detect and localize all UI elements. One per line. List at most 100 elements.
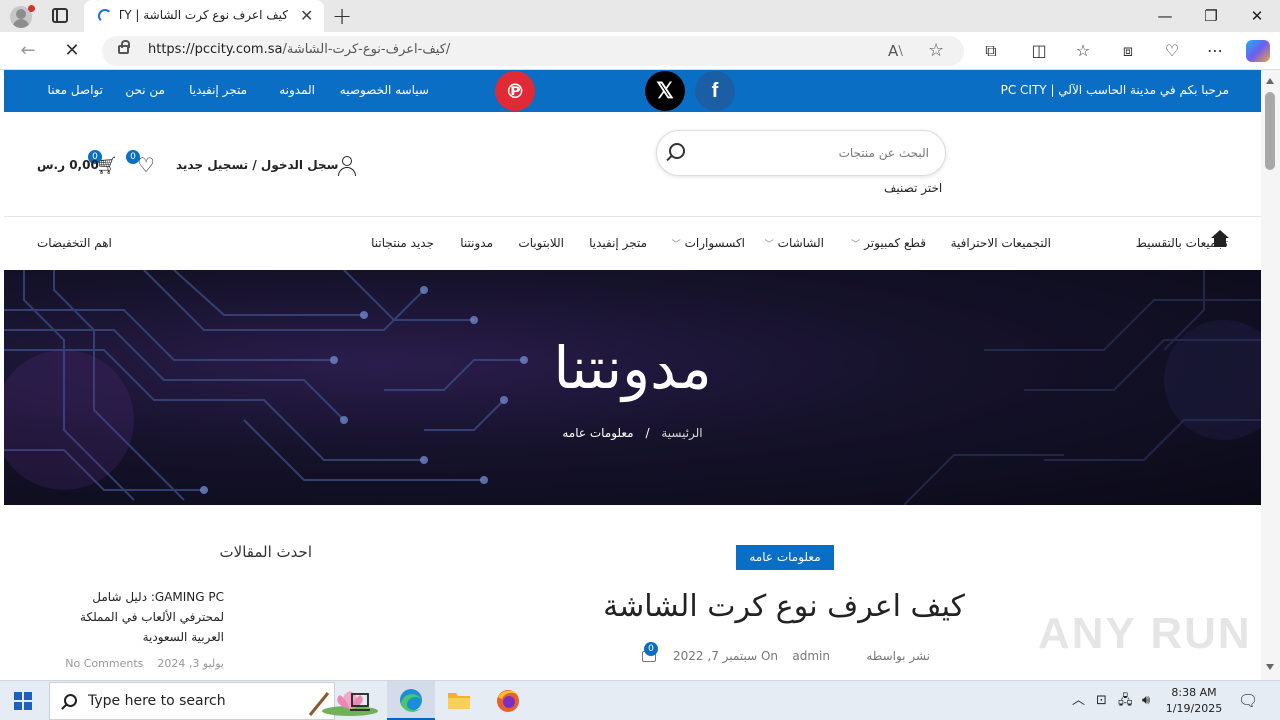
page-scrollbar[interactable] (1261, 70, 1280, 680)
top-bar: مرحبا بكم في مدينة الحاسب الآلي | PC CIT… (4, 70, 1261, 112)
read-aloud-icon[interactable]: A⧵ (888, 41, 903, 61)
web-page: مرحبا بكم في مدينة الحاسب الآلي | PC CIT… (4, 70, 1261, 680)
top-link-privacy[interactable]: سياسه الخصوصيه (340, 83, 429, 97)
system-clock[interactable]: 8:38 AM 1/19/2025 (1160, 685, 1228, 717)
windows-start-button[interactable] (14, 692, 32, 710)
recent-post-meta: يوليو 3, 2024 No Comments (60, 657, 224, 670)
menu-item-pc-parts[interactable]: قطع كمبيوتر﹀ (851, 236, 926, 250)
post-author-link[interactable]: admin (792, 649, 830, 663)
volume-icon[interactable]: 🔊︎ (1142, 692, 1150, 710)
facebook-icon[interactable]: f (695, 71, 735, 111)
menu-item-top-deals[interactable]: اهم التخفيضات (37, 236, 112, 250)
recent-post-link[interactable]: GAMING PC: دليل شامل لمحترفي الألعاب في … (54, 587, 224, 647)
show-hidden-icons-chevron-icon[interactable]: ︿ (1072, 692, 1085, 710)
stop-loading-button[interactable]: ✕ (60, 39, 84, 63)
menu-item-blog[interactable]: مدونتنا (460, 236, 493, 250)
breadcrumb-home-link[interactable]: الرئيسية (661, 426, 702, 440)
breadcrumb-separator: / (645, 426, 650, 440)
extensions-icon[interactable]: ⧉ (980, 41, 1002, 61)
login-label: سجل الدخول / تسجيل جديد (176, 158, 339, 172)
task-view-button[interactable] (336, 681, 384, 720)
main-content: معلومات عامه كيف اعرف نوع كرت الشاشة نشر… (4, 505, 1261, 680)
clock-time: 8:38 AM (1171, 686, 1217, 699)
top-link-nvidia-store[interactable]: متجر إنفيديا (189, 83, 247, 97)
network-icon[interactable]: 🖧︎ (1118, 692, 1133, 710)
menu-item-laptops[interactable]: اللابتوبات (518, 236, 564, 250)
site-header: اختر تصنيف سجل الدخول / تسجيل جديد ♡ 0 🛒… (4, 112, 1261, 217)
scroll-up-arrow-icon[interactable] (1266, 78, 1274, 84)
post-meta: نشر بواسطه admin On سبتمبر 7, 2022 0 (638, 642, 938, 669)
new-tab-button[interactable]: + (332, 3, 352, 29)
top-link-contact[interactable]: تواصل معنا (48, 83, 103, 97)
pinterest-icon[interactable]: ℗ (495, 71, 535, 111)
post-category-badge[interactable]: معلومات عامه (736, 545, 834, 570)
menu-item-monitors[interactable]: الشاشات﹀ (765, 236, 824, 250)
address-bar[interactable]: https://pccity.com.sa/كيف-اعرف-نوع-كرت-ا… (102, 36, 964, 66)
category-select[interactable]: اختر تصنيف (884, 181, 942, 195)
chevron-down-icon: ﹀ (671, 240, 681, 250)
url-text[interactable]: https://pccity.com.sa/كيف-اعرف-نوع-كرت-ا… (148, 42, 450, 57)
search-icon[interactable] (669, 143, 685, 159)
search-input[interactable] (709, 143, 929, 163)
browser-tab-strip: كيف اعرف نوع كرت الشاشة | PC CITY ✕ + — … (0, 0, 1280, 33)
file-explorer-taskbar-icon[interactable] (435, 681, 483, 720)
window-close-button[interactable]: ✕ (1234, 4, 1280, 28)
top-link-blog[interactable]: المدونه (279, 83, 315, 97)
scrollbar-thumb[interactable] (1265, 92, 1275, 170)
recent-post-comments[interactable]: No Comments (65, 657, 143, 670)
lock-icon[interactable] (118, 40, 130, 54)
browser-toolbar: ← ✕ https://pccity.com.sa/كيف-اعرف-نوع-ك… (0, 32, 1280, 70)
profile-notification-dot (28, 5, 35, 12)
tab-close-button[interactable]: ✕ (300, 6, 313, 26)
tab-title: كيف اعرف نوع كرت الشاشة | PC CITY (120, 8, 288, 22)
notifications-icon[interactable]: 🗨︎ (1238, 692, 1258, 710)
top-links: سياسه الخصوصيه المدونه متجر إنفيديا من ن… (37, 83, 437, 101)
search-icon (64, 694, 77, 707)
menu-item-pc-parts-label: قطع كمبيوتر (864, 236, 926, 250)
collections-icon[interactable]: ⧈ (1117, 41, 1139, 61)
main-menu: تجميعات بالتقسيط التجميعات الاحترافية قط… (4, 218, 1261, 270)
scroll-down-arrow-icon[interactable] (1266, 664, 1274, 670)
hero-title: مدونتنا (553, 334, 712, 402)
recent-post-date: يوليو 3, 2024 (157, 657, 224, 670)
login-link[interactable]: سجل الدخول / تسجيل جديد (176, 156, 360, 176)
tab-actions-icon[interactable] (52, 8, 68, 23)
breadcrumb-current: معلومات عامه (562, 426, 634, 440)
x-twitter-icon[interactable]: 𝕏 (645, 71, 685, 111)
loading-spinner-icon (98, 9, 112, 23)
menu-item-nvidia-store[interactable]: متجر إنفيديا (589, 236, 647, 250)
taskbar-search-box[interactable]: Type here to search (49, 682, 378, 720)
hero-banner: مدونتنا الرئيسية / معلومات عامه (4, 270, 1261, 505)
welcome-text: مرحبا بكم في مدينة الحاسب الآلي | PC CIT… (1000, 83, 1229, 97)
favorite-star-icon[interactable]: ☆ (928, 41, 944, 61)
menu-item-new-products[interactable]: جديد منتجاتنا (371, 236, 434, 250)
browser-tab-active[interactable]: كيف اعرف نوع كرت الشاشة | PC CITY ✕ (84, 0, 324, 33)
browser-essentials-icon[interactable]: ♡ (1161, 41, 1183, 61)
top-link-about[interactable]: من نحن (125, 83, 165, 97)
posted-by-label: نشر بواسطه (866, 649, 930, 663)
cart-total[interactable]: 0,00 ر.س (37, 158, 99, 172)
breadcrumb: الرئيسية / معلومات عامه (4, 426, 1261, 440)
firefox-taskbar-icon[interactable] (484, 681, 532, 720)
menu-item-accessories-label: اكسسوارات (684, 236, 745, 250)
chevron-down-icon: ﹀ (851, 240, 861, 250)
url-path: /كيف-اعرف-نوع-كرت-الشاشة/ (282, 42, 451, 57)
window-minimize-button[interactable]: — (1142, 4, 1188, 28)
split-screen-icon[interactable]: ◫ (1028, 41, 1050, 61)
window-restore-button[interactable]: ❐ (1188, 4, 1234, 28)
more-menu-icon[interactable]: ⋯ (1204, 41, 1226, 61)
favorites-icon[interactable]: ☆ (1072, 41, 1094, 61)
menu-item-accessories[interactable]: اكسسوارات﹀ (672, 236, 745, 250)
user-icon (338, 156, 356, 176)
menu-item-pro-builds[interactable]: التجميعات الاحترافية (951, 236, 1051, 250)
menu-item-installments[interactable]: تجميعات بالتقسيط (1136, 236, 1228, 250)
url-host: https://pccity.com.sa (148, 42, 283, 57)
back-button[interactable]: ← (16, 39, 40, 63)
meet-now-icon[interactable]: ⊡ (1096, 692, 1107, 710)
windows-taskbar: Type here to search ︿ ⊡ 🖧︎ 🔊︎ 8:38 AM 1/… (0, 680, 1280, 720)
product-search (656, 130, 946, 176)
screen: كيف اعرف نوع كرت الشاشة | PC CITY ✕ + — … (0, 0, 1280, 720)
copilot-icon[interactable] (1246, 40, 1270, 62)
edge-taskbar-icon[interactable] (387, 681, 435, 720)
post-title: كيف اعرف نوع كرت الشاشة (603, 589, 965, 624)
